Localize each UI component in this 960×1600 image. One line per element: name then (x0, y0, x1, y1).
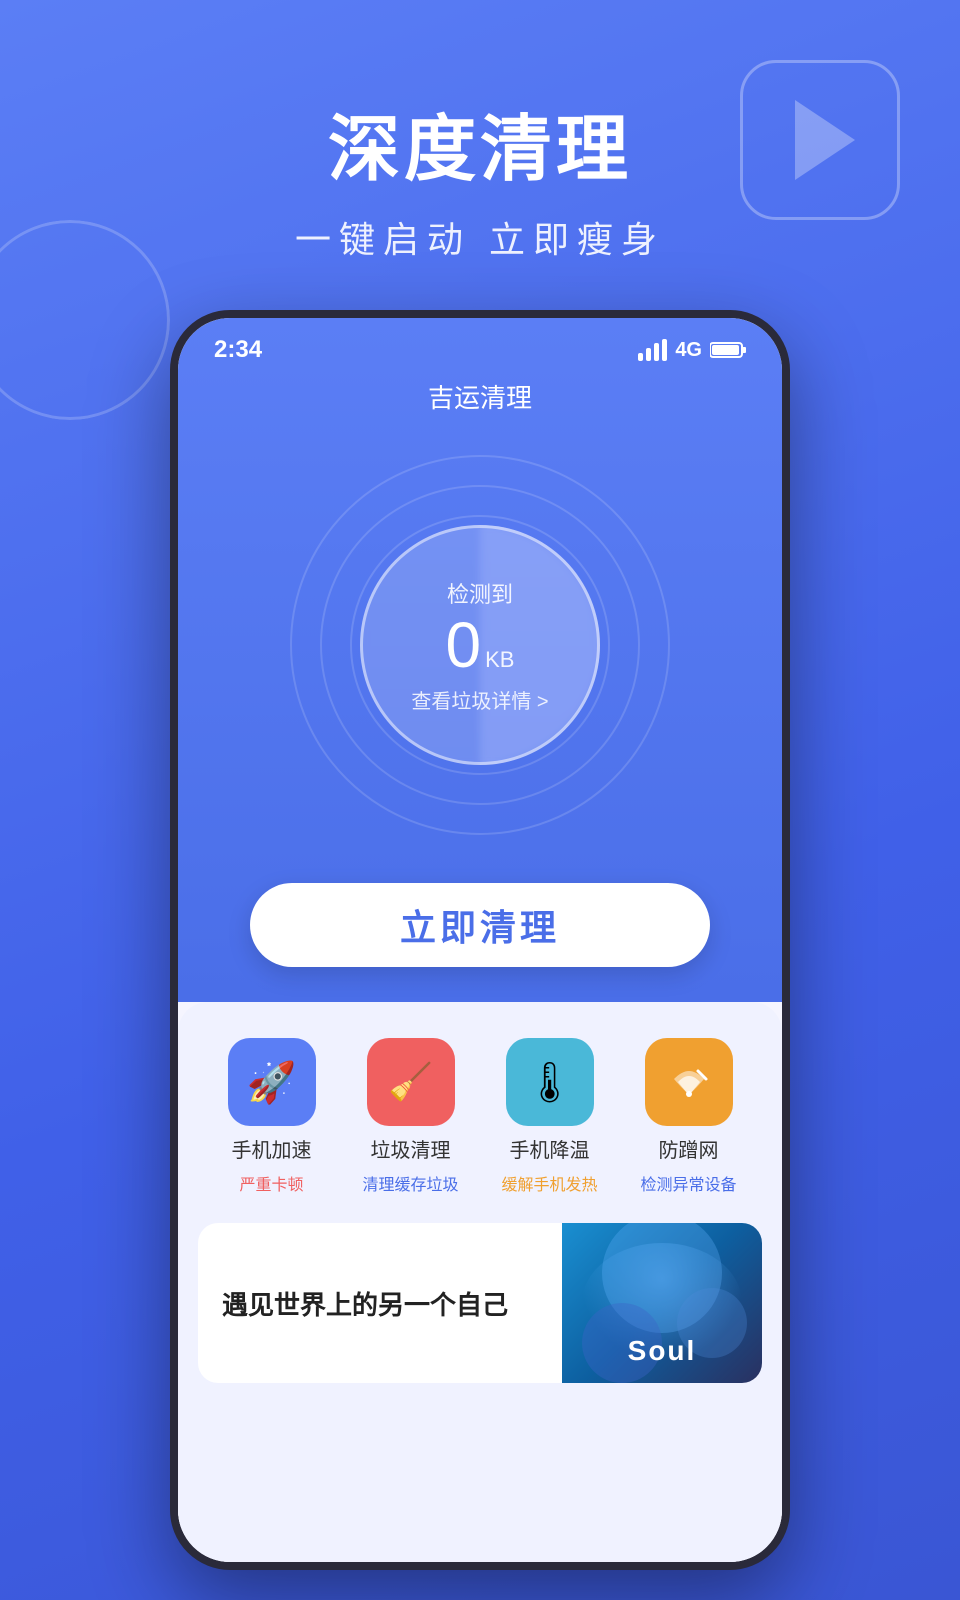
feature-name-cool: 手机降温 (510, 1134, 590, 1163)
feature-item-wifi[interactable]: 防蹭网 检测异常设备 (629, 1038, 749, 1195)
phone-inner: 2:34 4G 吉运清理 (178, 318, 782, 1562)
feature-status-clean: 清理缓存垃圾 (362, 1171, 458, 1195)
gauge-value: 0 KB (446, 613, 515, 677)
signal-bar-3 (654, 343, 659, 361)
status-time: 2:34 (214, 336, 262, 364)
ad-text-area: 遇见世界上的另一个自己 (198, 1285, 562, 1322)
header-section: 深度清理 一键启动 立即瘦身 (0, 90, 960, 263)
app-title-bar: 吉运清理 (178, 364, 782, 415)
feature-item-clean[interactable]: 🧹 垃圾清理 清理缓存垃圾 (351, 1038, 471, 1195)
feature-item-cool[interactable]: 🌡 手机降温 缓解手机发热 (490, 1038, 610, 1195)
feature-icon-wifi (645, 1038, 733, 1126)
gauge-number: 0 (446, 613, 482, 677)
bottom-section: 🚀 手机加速 严重卡顿 🧹 垃圾清理 清理缓存垃圾 🌡 手机降温 缓解手机发热 (178, 1002, 782, 1562)
signal-bar-1 (638, 353, 643, 361)
feature-item-accelerate[interactable]: 🚀 手机加速 严重卡顿 (212, 1038, 332, 1195)
sub-title: 一键启动 立即瘦身 (0, 211, 960, 263)
wifi-block-icon (664, 1057, 714, 1107)
feature-name-wifi: 防蹭网 (659, 1134, 719, 1163)
ad-title: 遇见世界上的另一个自己 (222, 1285, 538, 1322)
gauge-circle: 检测到 0 KB 查看垃圾详情 > (360, 525, 600, 765)
feature-status-cool: 缓解手机发热 (501, 1171, 597, 1195)
feature-name-accelerate: 手机加速 (232, 1134, 312, 1163)
gauge-unit: KB (485, 647, 514, 673)
feature-icon-cool: 🌡 (506, 1038, 594, 1126)
gauge-detail[interactable]: 查看垃圾详情 > (411, 685, 548, 714)
status-icons: 4G (638, 339, 746, 362)
signal-icon (638, 339, 667, 361)
clean-button-wrap: 立即清理 (178, 883, 782, 967)
clean-button[interactable]: 立即清理 (250, 883, 710, 967)
feature-name-clean: 垃圾清理 (371, 1134, 451, 1163)
gauge-label: 检测到 (447, 577, 513, 609)
feature-status-accelerate: 严重卡顿 (239, 1171, 303, 1195)
gauge-container: 检测到 0 KB 查看垃圾详情 > (178, 455, 782, 835)
app-title: 吉运清理 (428, 383, 532, 413)
ad-banner[interactable]: 遇见世界上的另一个自己 Soul (198, 1223, 762, 1383)
battery-icon (710, 341, 746, 359)
signal-bar-4 (662, 339, 667, 361)
ad-image: Soul (562, 1223, 762, 1383)
feature-status-wifi: 检测异常设备 (640, 1171, 736, 1195)
status-bar: 2:34 4G (178, 318, 782, 364)
ad-brand: Soul (628, 1335, 697, 1367)
feature-icon-clean: 🧹 (367, 1038, 455, 1126)
feature-icon-accelerate: 🚀 (228, 1038, 316, 1126)
gauge-outer: 检测到 0 KB 查看垃圾详情 > (290, 455, 670, 835)
main-title: 深度清理 (0, 90, 960, 195)
signal-bar-2 (646, 348, 651, 361)
network-type: 4G (675, 339, 702, 362)
feature-grid: 🚀 手机加速 严重卡顿 🧹 垃圾清理 清理缓存垃圾 🌡 手机降温 缓解手机发热 (178, 1002, 782, 1195)
phone-mockup: 2:34 4G 吉运清理 (170, 310, 790, 1570)
